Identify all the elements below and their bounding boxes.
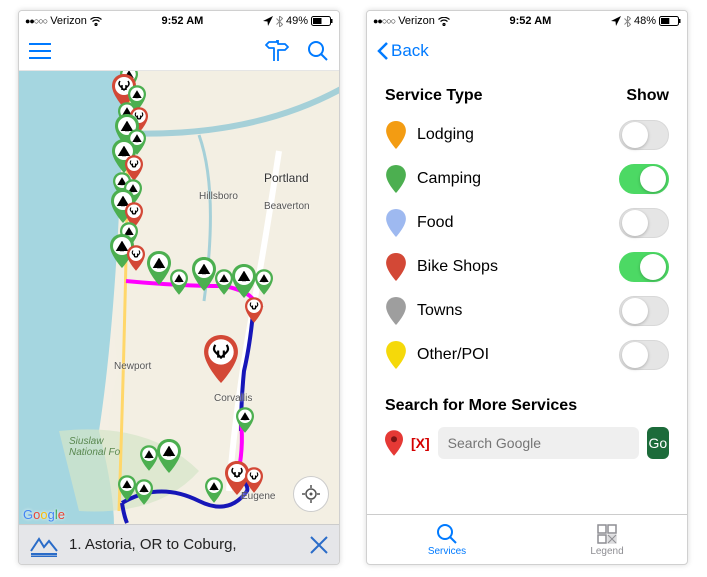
battery-pct-label: 49%: [286, 15, 308, 27]
camping-pin-icon[interactable]: [170, 269, 194, 303]
bikeshop-pin-icon[interactable]: [245, 297, 269, 331]
search-input[interactable]: [438, 427, 639, 459]
services-panel: Service Type Show Lodging Camping Food B…: [367, 71, 687, 459]
city-label-corvallis: Corvallis: [214, 393, 252, 404]
battery-pct-label: 48%: [634, 15, 656, 27]
search-section: Search for More Services [X] Go: [385, 397, 669, 459]
signal-dots-icon: ●●○○○: [373, 16, 395, 26]
elevation-icon[interactable]: [29, 533, 59, 557]
tab-bar: Services Legend: [367, 514, 687, 564]
city-label-newport: Newport: [114, 361, 151, 372]
service-pin-icon: [385, 121, 407, 149]
back-label: Back: [391, 41, 429, 61]
service-row: Other/POI: [385, 333, 669, 377]
wifi-icon: [90, 17, 102, 26]
map-canvas[interactable]: Portland Hillsboro Beaverton Sa Newport …: [19, 71, 339, 526]
service-label: Bike Shops: [417, 258, 609, 276]
service-toggle[interactable]: [619, 164, 669, 194]
signal-dots-icon: ●●○○○: [25, 16, 47, 26]
locate-me-button[interactable]: [293, 476, 329, 512]
menu-icon[interactable]: [29, 43, 51, 59]
search-heading: Search for More Services: [385, 397, 669, 415]
service-toggle[interactable]: [619, 340, 669, 370]
close-icon[interactable]: [309, 535, 329, 555]
bikeshop-pin-icon[interactable]: [245, 467, 269, 501]
service-toggle[interactable]: [619, 208, 669, 238]
clear-search-button[interactable]: [X]: [411, 435, 430, 451]
status-bar: ●●○○○ Verizon 9:52 AM 48%: [367, 11, 687, 31]
nav-bar: Back: [367, 31, 687, 71]
tab-legend-label: Legend: [590, 546, 623, 557]
camping-pin-icon[interactable]: [236, 407, 260, 441]
service-label: Towns: [417, 302, 609, 320]
tab-legend[interactable]: Legend: [527, 515, 687, 564]
battery-icon: [311, 16, 333, 26]
nav-bar: [19, 31, 339, 71]
city-label-portland: Portland: [264, 171, 309, 185]
show-heading: Show: [626, 87, 669, 105]
status-left: ●●○○○ Verizon: [25, 15, 102, 27]
go-button[interactable]: Go: [647, 427, 669, 459]
city-label-beaverton: Beaverton: [264, 201, 310, 212]
location-icon: [263, 16, 273, 26]
service-label: Food: [417, 214, 609, 232]
service-toggle[interactable]: [619, 252, 669, 282]
bluetooth-icon: [276, 16, 283, 27]
status-bar: ●●○○○ Verizon 9:52 AM 49%: [19, 11, 339, 31]
right-phone: ●●○○○ Verizon 9:52 AM 48% Back Service T…: [366, 10, 688, 565]
service-pin-icon: [385, 297, 407, 325]
service-label: Lodging: [417, 126, 609, 144]
wifi-icon: [438, 17, 450, 26]
service-row: Towns: [385, 289, 669, 333]
bikeshop-pin-icon[interactable]: [204, 335, 228, 369]
service-pin-icon: [385, 209, 407, 237]
service-row: Lodging: [385, 113, 669, 157]
carrier-label: Verizon: [398, 15, 435, 27]
services-header: Service Type Show: [385, 87, 669, 105]
service-toggle[interactable]: [619, 120, 669, 150]
status-right: 49%: [263, 15, 333, 27]
battery-icon: [659, 16, 681, 26]
directions-icon[interactable]: [265, 40, 289, 62]
city-label-hillsboro: Hillsboro: [199, 191, 238, 202]
status-left: ●●○○○ Verizon: [373, 15, 450, 27]
camping-pin-icon[interactable]: [135, 479, 159, 513]
service-label: Camping: [417, 170, 609, 188]
service-pin-icon: [385, 253, 407, 281]
bluetooth-icon: [624, 16, 631, 27]
time-label: 9:52 AM: [162, 15, 204, 27]
location-icon: [611, 16, 621, 26]
camping-pin-icon[interactable]: [192, 257, 216, 291]
left-phone: ●●○○○ Verizon 9:52 AM 49%: [18, 10, 340, 565]
service-label: Other/POI: [417, 346, 609, 364]
camping-pin-icon[interactable]: [232, 264, 256, 298]
google-attribution: Google: [23, 507, 65, 522]
service-toggle[interactable]: [619, 296, 669, 326]
carrier-label: Verizon: [50, 15, 87, 27]
service-list: Lodging Camping Food Bike Shops Towns Ot…: [385, 113, 669, 377]
camping-pin-icon[interactable]: [140, 445, 164, 479]
back-button[interactable]: Back: [377, 41, 429, 61]
service-row: Food: [385, 201, 669, 245]
time-label: 9:52 AM: [510, 15, 552, 27]
status-right: 48%: [611, 15, 681, 27]
tab-services-label: Services: [428, 546, 466, 557]
service-row: Camping: [385, 157, 669, 201]
service-pin-icon: [385, 341, 407, 369]
search-pin-icon: [385, 430, 403, 456]
forest-label-siuslaw: Siuslaw National Fo: [69, 436, 120, 458]
camping-pin-icon[interactable]: [147, 251, 171, 285]
search-icon[interactable]: [307, 40, 329, 62]
tab-services[interactable]: Services: [367, 515, 527, 564]
route-bar: 1. Astoria, OR to Coburg,: [19, 524, 339, 564]
service-row: Bike Shops: [385, 245, 669, 289]
route-label[interactable]: 1. Astoria, OR to Coburg,: [69, 536, 299, 553]
service-type-heading: Service Type: [385, 87, 483, 105]
service-pin-icon: [385, 165, 407, 193]
